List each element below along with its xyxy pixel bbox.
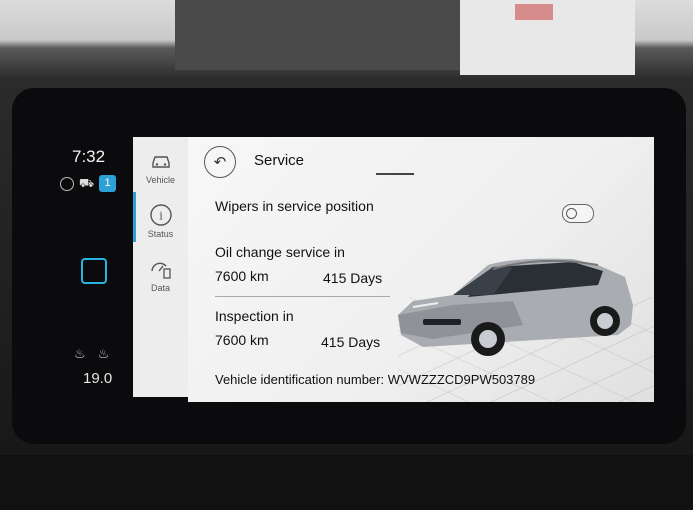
connectivity-icon bbox=[60, 176, 74, 191]
inspection-km: 7600 km bbox=[215, 332, 269, 348]
status-row: ⛟ 1 bbox=[60, 175, 117, 192]
info-icon: i bbox=[149, 204, 172, 226]
panel-grab-handle[interactable] bbox=[376, 173, 414, 175]
nav-item-vehicle[interactable]: Vehicle bbox=[133, 149, 188, 185]
temperature-readout[interactable]: 19.0 bbox=[83, 370, 112, 387]
vin-row: Vehicle identification number: WVWZZZCD9… bbox=[215, 372, 535, 387]
back-button[interactable]: ↶ bbox=[204, 146, 236, 178]
svg-text:i: i bbox=[159, 210, 163, 223]
nav-item-data[interactable]: Data bbox=[133, 257, 188, 293]
notification-badge[interactable]: 1 bbox=[99, 175, 117, 192]
gauge-data-icon bbox=[150, 262, 171, 279]
nav-label: Status bbox=[147, 229, 174, 239]
right-seat-heat-icon[interactable]: ♨ bbox=[98, 346, 110, 362]
oil-change-days: 415 Days bbox=[323, 270, 383, 286]
service-panel: ↶ Service Wipers in service position Oil… bbox=[188, 137, 654, 402]
car-image bbox=[398, 258, 633, 356]
left-seat-heat-icon[interactable]: ♨ bbox=[74, 346, 86, 362]
back-arrow-icon: ↶ bbox=[213, 154, 227, 171]
car-icon bbox=[151, 156, 170, 168]
background-wall bbox=[175, 0, 460, 70]
vin-value: WVWZZZCD9PW503789 bbox=[387, 372, 536, 387]
side-nav: Vehicle i Status Data bbox=[133, 137, 188, 397]
wipers-toggle[interactable] bbox=[562, 204, 594, 223]
wipers-label: Wipers in service position bbox=[215, 198, 374, 214]
nav-active-indicator bbox=[133, 192, 136, 242]
divider bbox=[215, 296, 390, 297]
nav-label: Vehicle bbox=[145, 175, 176, 185]
clock: 7:32 bbox=[72, 147, 106, 166]
car-status-icon: ⛟ bbox=[79, 175, 95, 190]
vin-label: Vehicle identification number: bbox=[215, 372, 385, 387]
toggle-knob bbox=[566, 208, 577, 219]
nav-label: Data bbox=[150, 283, 170, 293]
dashboard-lower bbox=[0, 455, 693, 510]
oil-change-km: 7600 km bbox=[215, 268, 269, 284]
inspection-days: 415 Days bbox=[321, 334, 381, 350]
nav-item-status[interactable]: i Status bbox=[133, 203, 188, 239]
seat-heating-row: ♨ ♨ bbox=[74, 346, 109, 362]
inspection-label: Inspection in bbox=[215, 308, 294, 324]
page-title: Service bbox=[254, 152, 305, 169]
oil-change-label: Oil change service in bbox=[215, 244, 345, 260]
background-sign bbox=[515, 4, 553, 20]
home-button[interactable] bbox=[81, 258, 107, 284]
